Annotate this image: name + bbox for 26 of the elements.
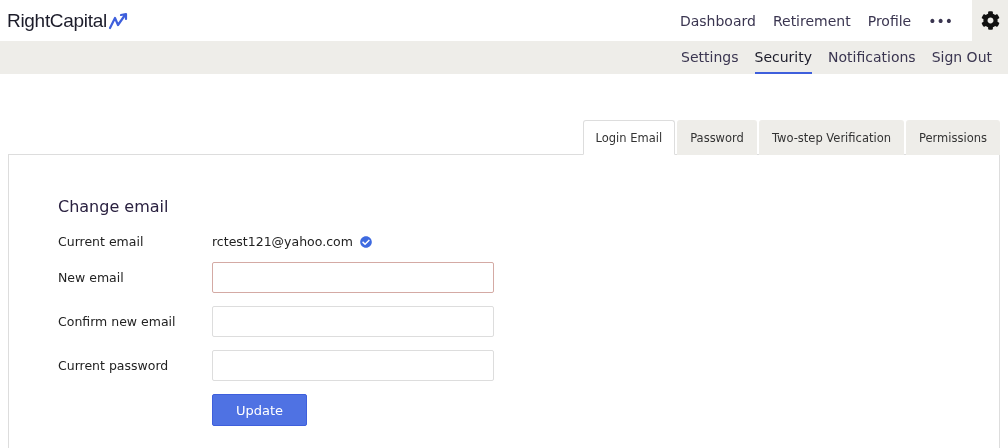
subnav-link[interactable]: Sign Out [931,41,992,74]
field-label: Current password [58,358,170,373]
field-label: New email [58,270,125,285]
input-field[interactable] [212,350,494,381]
update-button[interactable]: Update [212,394,307,426]
field-label: Confirm new email [58,314,177,329]
trend-arrow-icon [107,11,130,30]
input-field[interactable] [212,262,494,293]
field-label: Current email [58,234,145,249]
input-field[interactable] [212,306,494,337]
subnav-link[interactable]: Settings [681,41,739,74]
tab[interactable]: Permissions [905,120,1000,155]
tab[interactable]: Login Email [582,120,676,155]
subnav-link[interactable]: Notifications [828,41,916,74]
gear-icon [980,11,1000,30]
tab[interactable]: Password [677,120,757,155]
nav-link[interactable]: Profile [867,12,912,29]
subnav-link[interactable]: Security [754,41,812,74]
nav-link[interactable]: Retirement [772,12,851,29]
logo-text: RightCapital [7,9,107,32]
settings-button[interactable] [972,0,1008,41]
nav-link[interactable]: Dashboard [679,12,756,29]
tab[interactable]: Two-step Verification [758,120,904,155]
email-value: rctest121@yahoo.com [212,234,353,249]
section-title: Change email [58,197,170,216]
nav-link[interactable]: ••• [928,12,953,29]
